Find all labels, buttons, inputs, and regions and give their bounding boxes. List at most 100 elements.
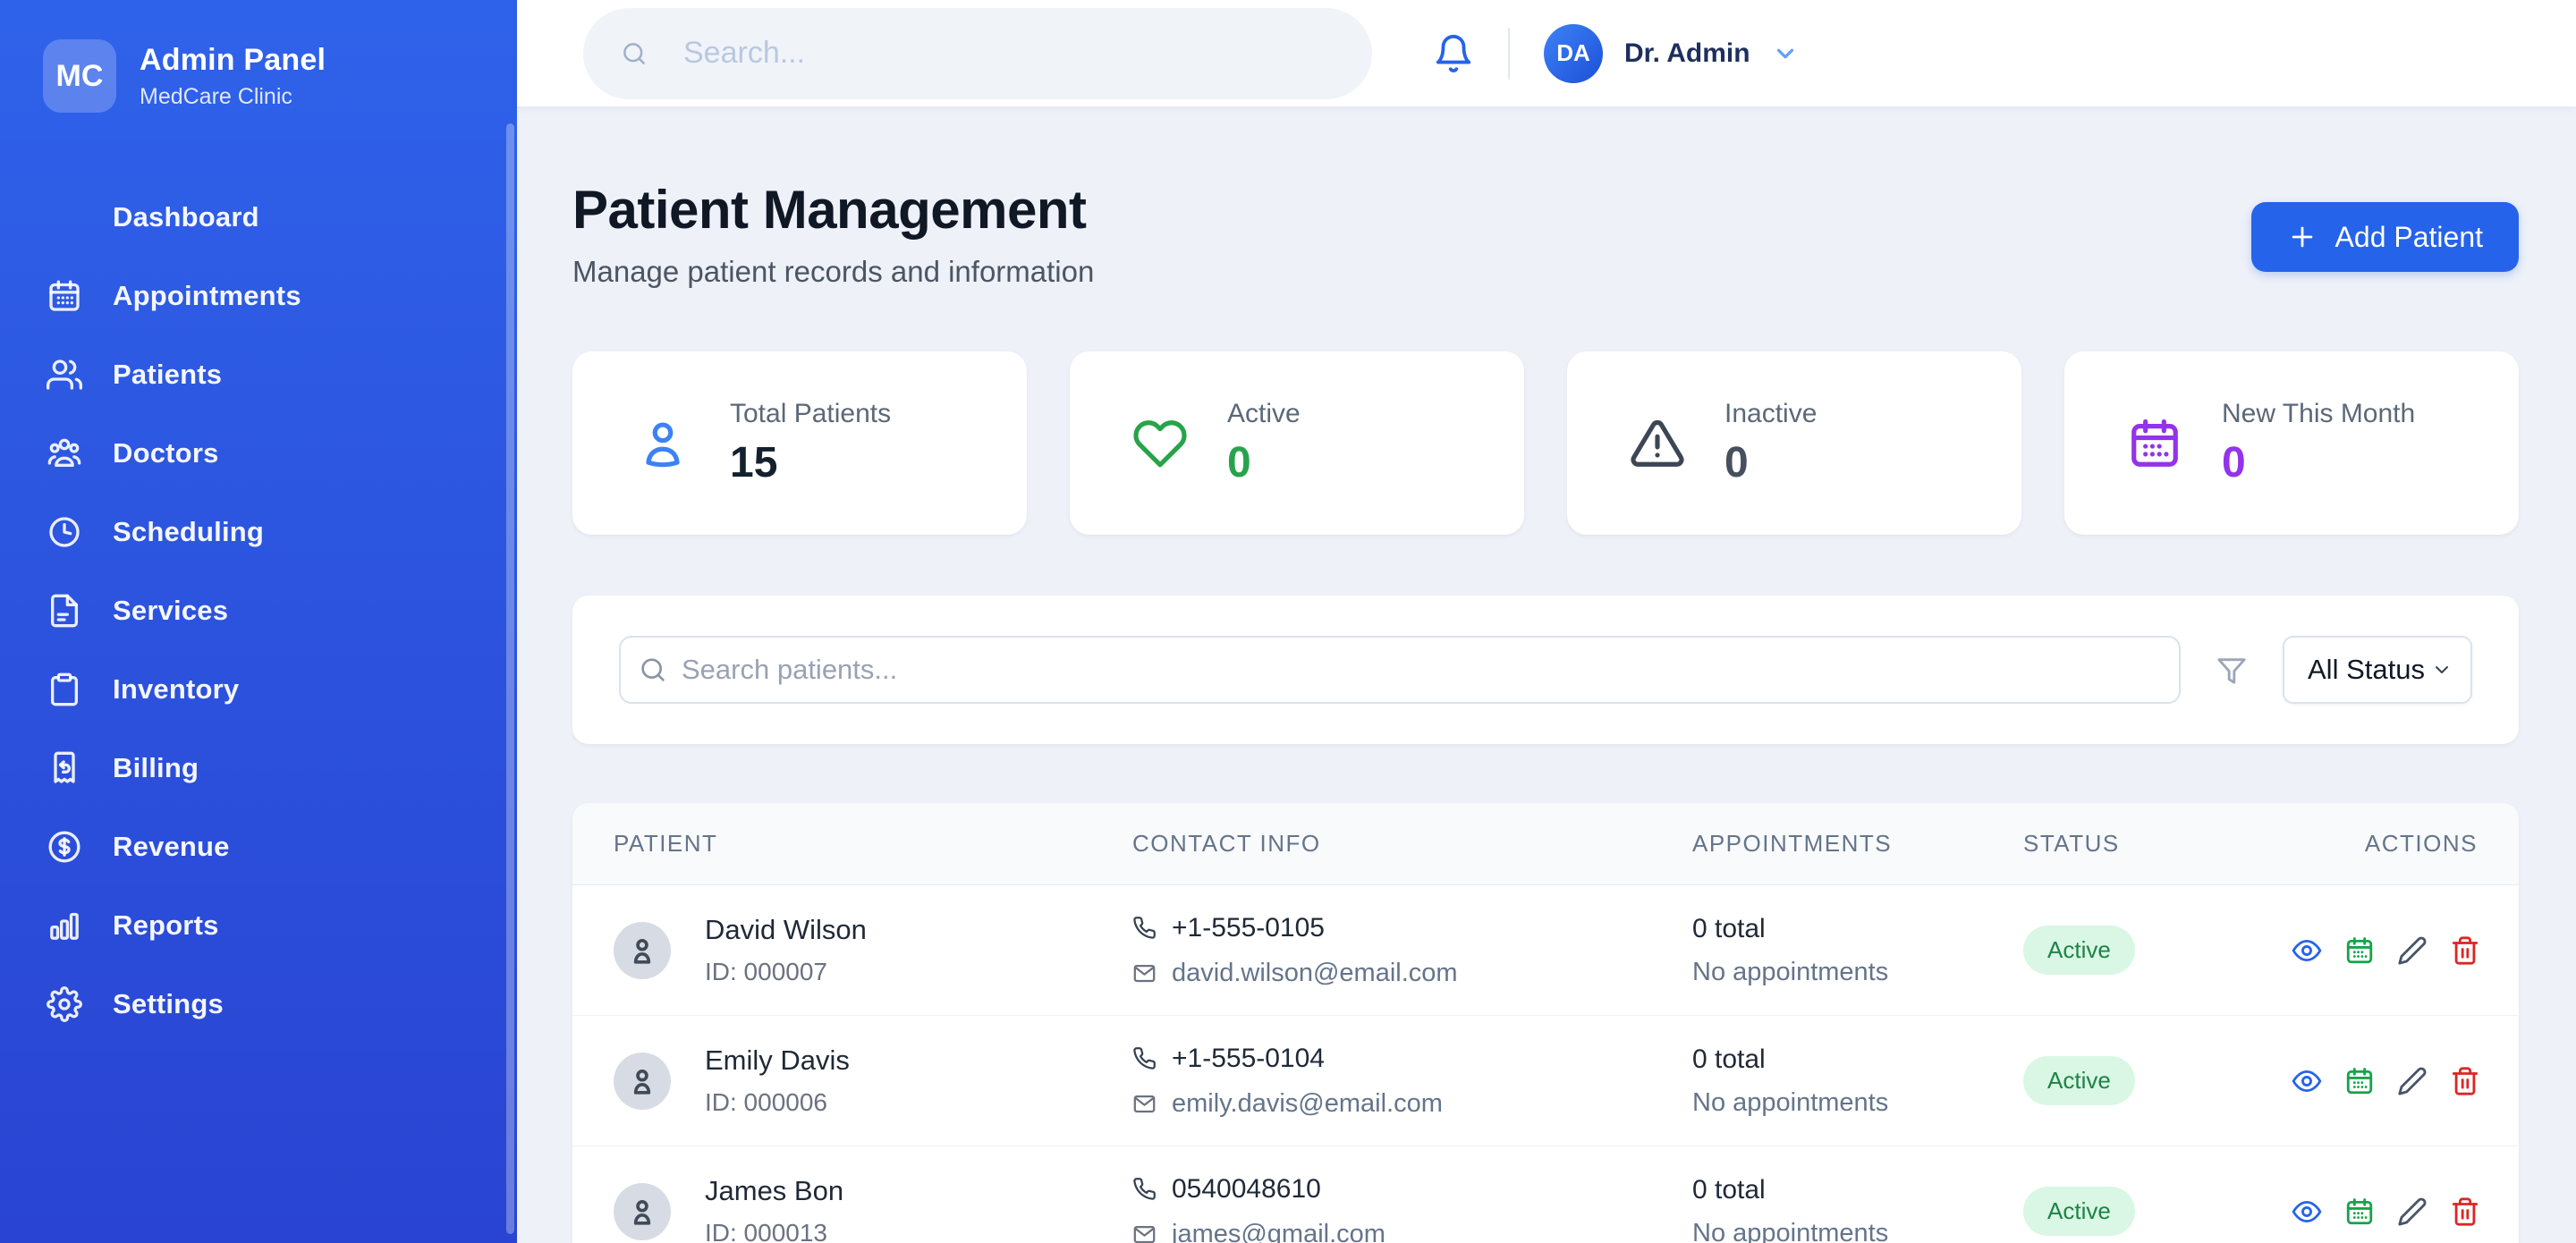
global-search[interactable] [583,8,1372,99]
content: Patient Management Manage patient record… [517,107,2576,1243]
column-header-actions: ACTIONS [2292,830,2478,858]
patient-email: emily.davis@email.com [1172,1089,1443,1119]
sidebar-item-label: Revenue [113,831,230,863]
trash-icon [2450,935,2480,966]
brand-text: Admin Panel MedCare Clinic [140,43,326,110]
sidebar-item-label: Services [113,595,228,627]
status-badge: Active [2023,1187,2135,1236]
view-button[interactable] [2292,935,2322,966]
appointments-total: 0 total [1692,914,2023,944]
sidebar-item-billing[interactable]: Billing [21,739,490,798]
stat-label: New This Month [2222,399,2415,429]
view-button[interactable] [2292,1196,2322,1227]
notifications-button[interactable] [1433,33,1474,74]
appointments-total: 0 total [1692,1044,2023,1075]
patient-avatar-icon [614,922,671,979]
status-cell: Active [2023,1187,2292,1236]
sidebar-item-label: Scheduling [113,516,264,548]
patient-meta: Emily Davis ID: 000006 [705,1044,850,1117]
sidebar-item-revenue[interactable]: Revenue [21,817,490,876]
mail-icon [1132,961,1157,985]
mail-icon [1132,1092,1157,1116]
sidebar-scrollbar[interactable] [506,123,514,1234]
appointments-cell: 0 total No appointments [1692,914,2023,987]
view-button[interactable] [2292,1066,2322,1096]
stat-value: 0 [2222,438,2415,487]
sidebar-item-label: Inventory [113,673,239,706]
edit-button[interactable] [2397,1066,2428,1096]
appointments-total: 0 total [1692,1175,2023,1205]
status-filter-value: All Status [2308,654,2425,686]
patient-name: David Wilson [705,914,867,946]
screen: MC Admin Panel MedCare Clinic Dashboard … [0,0,2576,1243]
patient-meta: James Bon ID: 000013 [705,1175,843,1243]
edit-button[interactable] [2397,1196,2428,1227]
sidebar-item-scheduling[interactable]: Scheduling [21,503,490,562]
stat-label: Inactive [1724,399,1817,429]
pencil-icon [2397,1196,2428,1227]
stat-label: Active [1227,399,1301,429]
status-badge: Active [2023,1056,2135,1105]
gear-icon [47,986,82,1022]
status-filter-select[interactable]: All Status [2283,636,2472,704]
schedule-button[interactable] [2344,935,2375,966]
trash-icon [2450,1196,2480,1227]
receipt-icon [47,750,82,786]
add-patient-button[interactable]: Add Patient [2251,202,2519,272]
sidebar-item-inventory[interactable]: Inventory [21,660,490,719]
patient-cell: David Wilson ID: 000007 [614,914,1132,986]
search-icon [639,655,667,684]
user-menu[interactable]: DA Dr. Admin [1544,24,1799,83]
delete-button[interactable] [2450,1066,2480,1096]
column-header-appointments: APPOINTMENTS [1692,830,2023,858]
column-header-contact-info: CONTACT INFO [1132,830,1692,858]
patient-phone: +1-555-0104 [1172,1044,1325,1074]
page-head-text: Patient Management Manage patient record… [572,179,1094,289]
patients-table: PATIENT CONTACT INFO APPOINTMENTS STATUS… [572,803,2519,1243]
user-icon [635,416,691,471]
patient-id: ID: 000013 [705,1219,843,1243]
edit-button[interactable] [2397,935,2428,966]
filter-bar: All Status [572,596,2519,744]
sidebar-item-settings[interactable]: Settings [21,975,490,1034]
calendar-icon [2344,935,2375,966]
status-cell: Active [2023,926,2292,975]
sidebar-item-appointments[interactable]: Appointments [21,266,490,326]
stat-card-total-patients: Total Patients 15 [572,351,1027,535]
people-group-icon [47,435,82,471]
sidebar-item-label: Appointments [113,280,301,312]
sidebar-item-doctors[interactable]: Doctors [21,424,490,483]
page-subtitle: Manage patient records and information [572,255,1094,289]
pencil-icon [2397,1066,2428,1096]
calendar-icon [47,278,82,314]
sidebar-item-reports[interactable]: Reports [21,896,490,955]
schedule-button[interactable] [2344,1196,2375,1227]
brand-subtitle: MedCare Clinic [140,84,326,110]
sidebar-item-services[interactable]: Services [21,581,490,640]
patient-phone: 0540048610 [1172,1174,1321,1205]
topbar: DA Dr. Admin [517,0,2576,107]
sidebar-item-patients[interactable]: Patients [21,345,490,404]
sidebar: MC Admin Panel MedCare Clinic Dashboard … [0,0,517,1243]
delete-button[interactable] [2450,1196,2480,1227]
stat-card-active: Active 0 [1070,351,1524,535]
sidebar-item-label: Doctors [113,437,219,469]
column-header-status: STATUS [2023,830,2292,858]
patient-search-input[interactable] [619,636,2181,704]
actions-cell [2292,1066,2480,1096]
calendar-icon [2344,1196,2375,1227]
sidebar-nav: Dashboard Appointments Patients Doctors [0,188,517,1034]
sidebar-item-dashboard[interactable]: Dashboard [21,188,490,247]
contact-cell: 0540048610 james@gmail.com [1132,1174,1692,1243]
plus-icon [2287,222,2318,252]
schedule-button[interactable] [2344,1066,2375,1096]
warning-triangle-icon [1630,416,1685,471]
file-text-icon [47,593,82,629]
global-search-input[interactable] [583,8,1372,99]
trash-icon [2450,1066,2480,1096]
contact-cell: +1-555-0104 emily.davis@email.com [1132,1044,1692,1119]
patient-search[interactable] [619,636,2181,704]
actions-cell [2292,1196,2480,1227]
table-header: PATIENT CONTACT INFO APPOINTMENTS STATUS… [572,803,2519,885]
delete-button[interactable] [2450,935,2480,966]
